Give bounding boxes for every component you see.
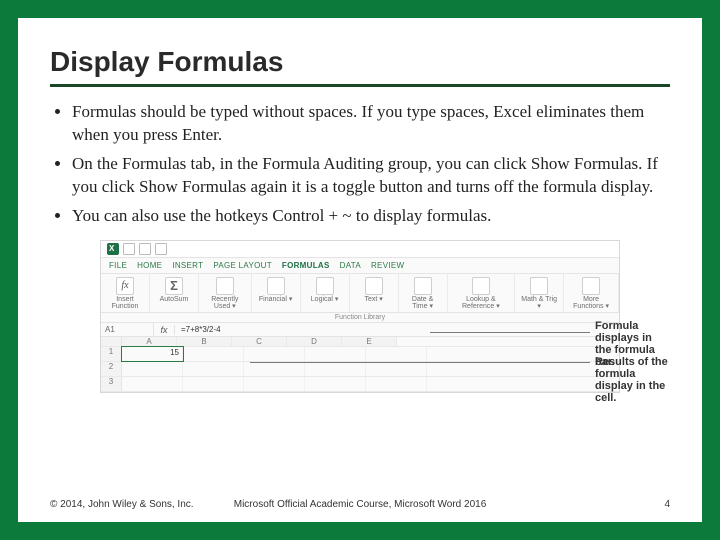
row-3: 3 (101, 377, 619, 392)
grp-lookup: Lookup & Reference ▾ (448, 274, 516, 313)
grp-label: More Functions ▾ (569, 296, 613, 311)
row-2: 2 (101, 362, 619, 377)
row-header: 1 (101, 347, 122, 361)
financial-icon (267, 277, 285, 295)
sheet-grid: A B C D E 1 15 2 (101, 337, 619, 392)
text-icon (365, 277, 383, 295)
slide-title: Display Formulas (50, 46, 670, 78)
grp-label: Recently Used ▾ (204, 296, 246, 311)
qat-redo-icon (155, 243, 167, 255)
fx-icon: fx (116, 277, 134, 295)
bullet-list: Formulas should be typed without spaces.… (50, 101, 670, 228)
grp-logical: Logical ▾ (301, 274, 350, 313)
tab-home: HOME (137, 261, 162, 270)
grp-text: Text ▾ (350, 274, 399, 313)
math-icon (530, 277, 548, 295)
grp-label: Text ▾ (355, 296, 393, 303)
col-header: B (177, 337, 232, 346)
title-rule (50, 84, 670, 87)
cell (366, 377, 427, 391)
callout-cell-result: Results of the formula display in the ce… (595, 356, 670, 404)
grp-math: Math & Trig ▾ (515, 274, 564, 313)
cell (244, 377, 305, 391)
cell (305, 347, 366, 361)
bullet-item: Formulas should be typed without spaces.… (72, 101, 670, 147)
tab-review: REVIEW (371, 261, 404, 270)
cell (366, 362, 427, 376)
cell (305, 362, 366, 376)
function-library-caption: Function Library (101, 313, 619, 323)
recent-icon (216, 277, 234, 295)
cell (122, 362, 183, 376)
lookup-icon (472, 277, 490, 295)
ribbon-tabs: FILE HOME INSERT PAGE LAYOUT FORMULAS DA… (101, 258, 619, 274)
excel-icon (107, 243, 119, 255)
cell (305, 377, 366, 391)
col-header: D (287, 337, 342, 346)
slide-page: Display Formulas Formulas should be type… (18, 18, 702, 522)
cell (183, 347, 244, 361)
col-header: A (122, 337, 177, 346)
qat-undo-icon (139, 243, 151, 255)
grp-recent: Recently Used ▾ (199, 274, 252, 313)
callout-line (430, 332, 590, 333)
row-header: 3 (101, 377, 122, 391)
clock-icon (414, 277, 432, 295)
grp-label: Date & Time ▾ (404, 296, 442, 311)
row-1: 1 15 (101, 347, 619, 362)
ribbon-groups: fxInsert Function ΣAutoSum Recently Used… (101, 274, 619, 314)
callout-line (250, 362, 590, 363)
more-icon (582, 277, 600, 295)
grp-autosum: ΣAutoSum (150, 274, 199, 313)
cell (244, 347, 305, 361)
cell (122, 377, 183, 391)
cell-a1: 15 (122, 347, 183, 361)
grp-label: AutoSum (155, 296, 193, 303)
excel-ribbon: FILE HOME INSERT PAGE LAYOUT FORMULAS DA… (100, 240, 620, 394)
screenshot-area: FILE HOME INSERT PAGE LAYOUT FORMULAS DA… (50, 240, 670, 394)
cell (183, 362, 244, 376)
grp-label: Lookup & Reference ▾ (453, 296, 510, 311)
select-all-corner (101, 337, 122, 346)
tab-data: DATA (340, 261, 361, 270)
cell (366, 347, 427, 361)
tab-insert: INSERT (172, 261, 203, 270)
grp-label: Math & Trig ▾ (520, 296, 558, 311)
qat-save-icon (123, 243, 135, 255)
excel-screenshot: FILE HOME INSERT PAGE LAYOUT FORMULAS DA… (100, 240, 620, 394)
logical-icon (316, 277, 334, 295)
formula-bar: A1 fx =7+8*3/2-4 (101, 323, 619, 337)
formula-value: =7+8*3/2-4 (175, 323, 227, 336)
grp-label: Logical ▾ (306, 296, 344, 303)
col-header: C (232, 337, 287, 346)
grp-label: Financial ▾ (257, 296, 295, 303)
cell (183, 377, 244, 391)
col-header: E (342, 337, 397, 346)
grp-insert-function: fxInsert Function (101, 274, 150, 313)
tab-pagelayout: PAGE LAYOUT (213, 261, 272, 270)
bullet-item: You can also use the hotkeys Control + ~… (72, 205, 670, 228)
col-header-row: A B C D E (101, 337, 619, 347)
tab-formulas: FORMULAS (282, 261, 330, 270)
grp-more: More Functions ▾ (564, 274, 619, 313)
sigma-icon: Σ (165, 277, 183, 295)
tab-file: FILE (109, 261, 127, 270)
row-header: 2 (101, 362, 122, 376)
bullet-item: On the Formulas tab, in the Formula Audi… (72, 153, 670, 199)
quick-access-toolbar (101, 241, 619, 258)
name-box: A1 (101, 323, 154, 336)
slide-footer: © 2014, John Wiley & Sons, Inc. Microsof… (50, 499, 670, 510)
grp-financial: Financial ▾ (252, 274, 301, 313)
grp-datetime: Date & Time ▾ (399, 274, 448, 313)
footer-course: Microsoft Official Academic Course, Micr… (50, 499, 670, 510)
grp-label: Insert Function (106, 296, 144, 311)
fx-label: fx (154, 325, 175, 335)
cell (244, 362, 305, 376)
